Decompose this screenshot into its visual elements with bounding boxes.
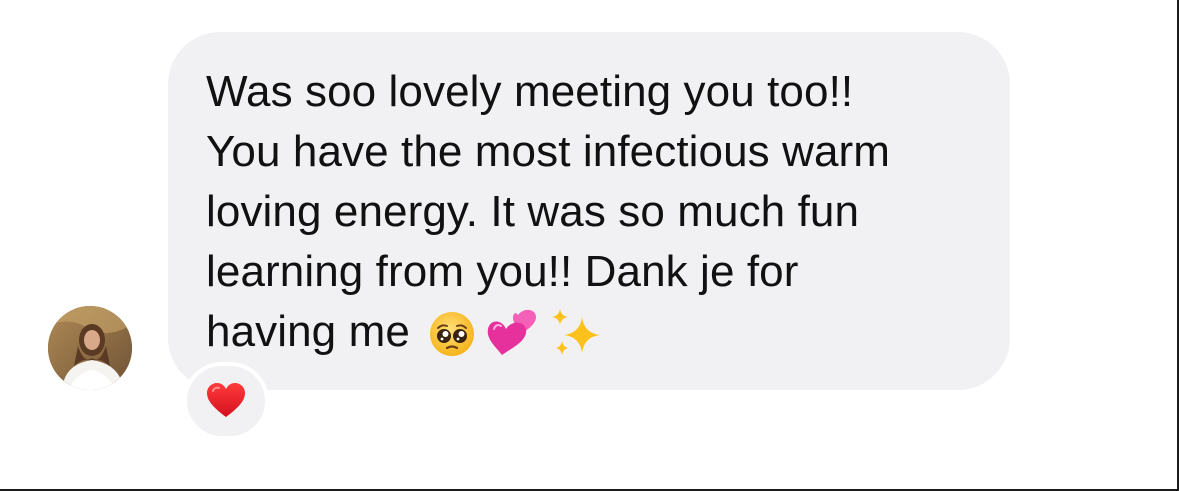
sender-avatar[interactable]	[48, 306, 132, 390]
message-line: Was soo lovely meeting you too!!	[206, 67, 854, 116]
red-heart-icon	[206, 383, 246, 419]
message-line-text: having me	[206, 307, 410, 356]
message-bubble[interactable]: Was soo lovely meeting you too!! You hav…	[168, 32, 1010, 390]
pleading-face-icon	[428, 310, 476, 358]
reaction-badge[interactable]	[183, 362, 269, 440]
message-line: You have the most infectious warm	[206, 127, 891, 176]
message-line: learning from you!! Dank je for	[206, 247, 799, 296]
message-line-last: having me	[206, 302, 996, 362]
two-hearts-icon	[486, 309, 540, 359]
message-text: Was soo lovely meeting you too!! You hav…	[206, 62, 996, 362]
message-line: loving energy. It was so much fun	[206, 187, 860, 236]
avatar-photo	[48, 306, 132, 390]
sparkles-icon	[550, 307, 602, 361]
message-row: Was soo lovely meeting you too!! You hav…	[0, 0, 1179, 491]
